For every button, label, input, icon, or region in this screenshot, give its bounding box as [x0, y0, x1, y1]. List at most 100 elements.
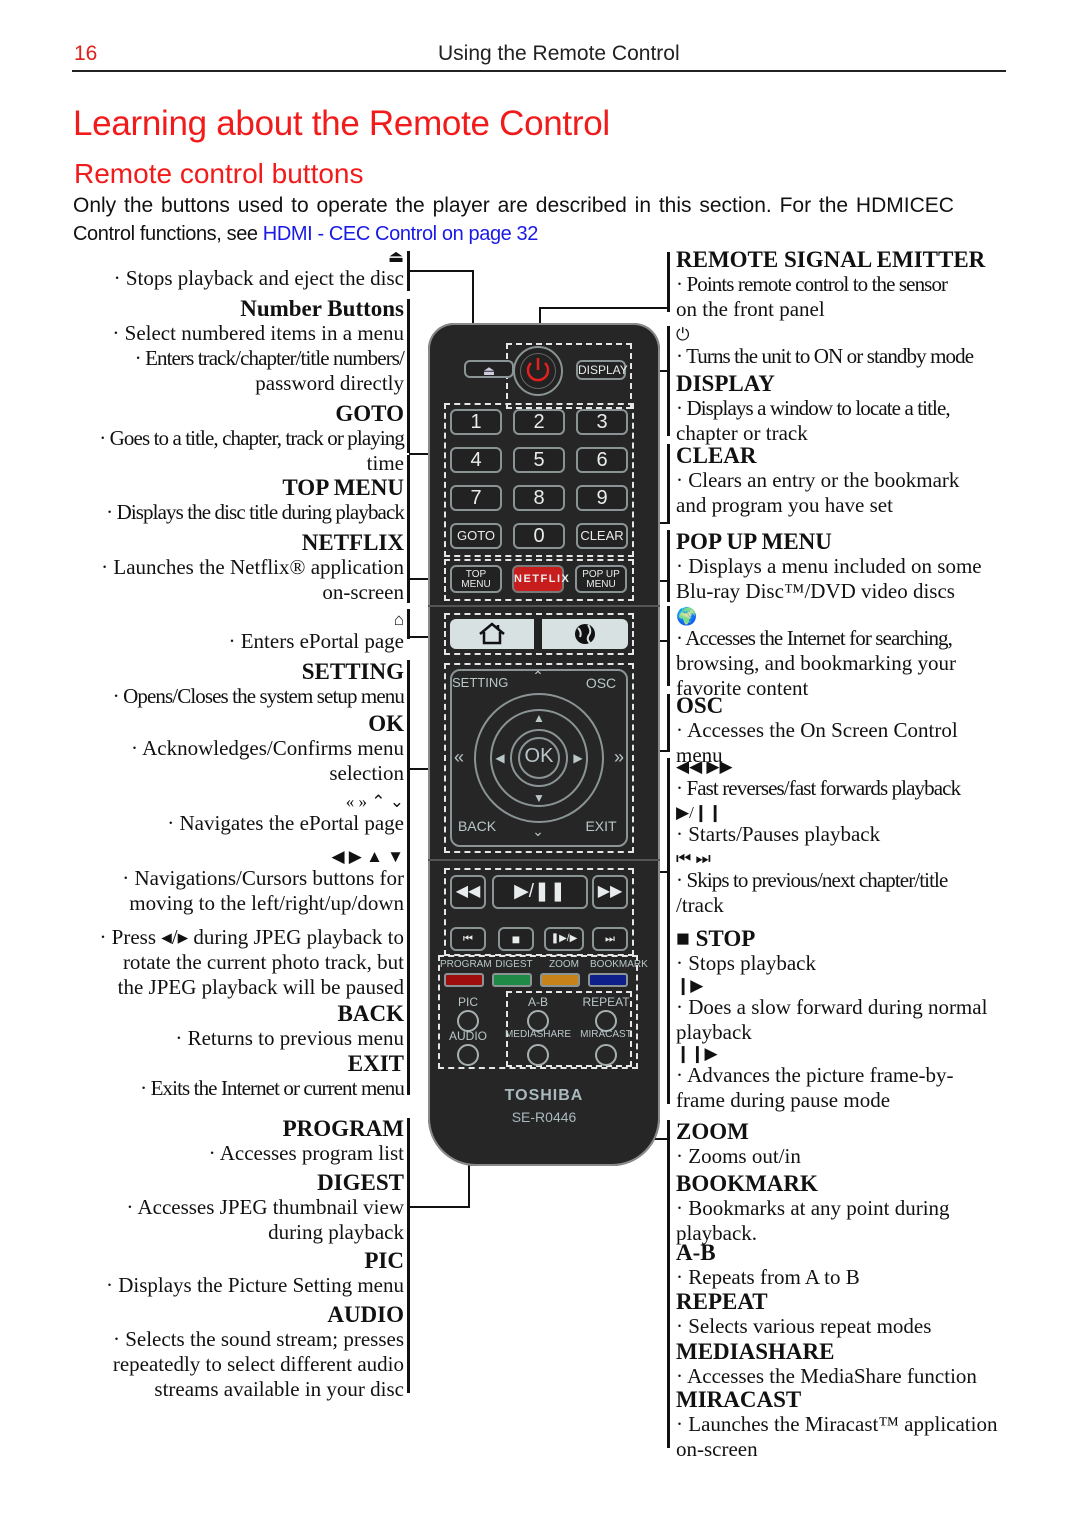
play-pause-icon: ▶/❚❚ — [514, 881, 566, 902]
right-item: MEDIASHARE · Accesses the MediaShare func… — [676, 1340, 977, 1389]
number-3-button[interactable]: 3 — [576, 409, 628, 435]
callout-line — [407, 1118, 410, 1393]
number-8-button[interactable]: 8 — [513, 485, 565, 511]
skip-previous-button[interactable]: ⏮ — [450, 927, 486, 951]
hdmi-cec-link[interactable]: HDMI ‐ CEC Control — [263, 223, 437, 245]
intro-text: Control functions, see — [73, 223, 263, 245]
skip-icons: ⏮ ⏭ — [676, 849, 711, 868]
right-item: 🌍 · Accesses the Internet for searching, b… — [676, 608, 956, 701]
description-heading: EXIT — [347, 1051, 404, 1076]
color-key-label: ZOOM — [549, 959, 579, 970]
home-icon — [479, 622, 505, 645]
callout-line — [667, 444, 670, 524]
description-text: · Selects the sound stream; presses — [112, 1327, 404, 1351]
skip-next-button[interactable]: ⏭ — [592, 927, 628, 951]
description-text: · Launches the Miracast™ application — [676, 1412, 998, 1436]
cursor-arrows-icons: ◀ ▶ ▲ ▼ — [331, 847, 404, 866]
description-text: frame during pause mode — [676, 1088, 891, 1112]
eject-button[interactable]: ⏏ — [464, 360, 514, 378]
digest-button[interactable] — [492, 973, 532, 987]
audio-button[interactable] — [457, 1044, 479, 1066]
clear-button[interactable]: CLEAR — [576, 523, 628, 549]
top-menu-button[interactable]: TOP MENU — [450, 565, 502, 593]
down-arrow-button[interactable]: ▼ — [522, 791, 556, 805]
divider — [428, 605, 660, 607]
description-text: · Advances the picture frame-by- — [676, 1063, 954, 1087]
number-1-button[interactable]: 1 — [450, 409, 502, 435]
callout-line — [667, 252, 670, 312]
description-heading: GOTO — [335, 401, 404, 426]
callout-line — [409, 270, 473, 272]
remote-control: ⏏ DISPLAY 1 2 3 4 5 6 7 8 9 GOTO 0 CLEAR TOP MENU N… — [428, 323, 660, 1166]
eportal-up-button[interactable]: ⌃ — [528, 668, 548, 685]
rewind-button[interactable]: ◀◀ — [450, 875, 486, 909]
left-arrow-button[interactable]: ◀ — [490, 751, 510, 765]
description-heading: ZOOM — [676, 1119, 749, 1144]
popup-menu-button[interactable]: POP UP MENU — [575, 565, 627, 593]
round-button-label: MIRACAST — [580, 1029, 632, 1040]
netflix-button[interactable]: NETFLIX — [512, 565, 569, 593]
number-0-button[interactable]: 0 — [513, 523, 565, 549]
description-heading: ■ STOP — [676, 926, 756, 951]
exit-button[interactable]: EXIT — [578, 818, 624, 834]
number-4-button[interactable]: 4 — [450, 447, 502, 473]
page-reference-link[interactable]: on page 32 — [437, 223, 539, 245]
right-item: ZOOM · Zooms out/in — [676, 1120, 801, 1169]
number-6-button[interactable]: 6 — [576, 447, 628, 473]
play-pause-button[interactable]: ▶/❚❚ — [492, 875, 588, 909]
callout-line — [667, 530, 670, 602]
description-text: · Displays the Picture Setting menu — [105, 1273, 404, 1297]
display-button[interactable]: DISPLAY — [576, 360, 628, 380]
popup-menu-label-2: MENU — [586, 579, 616, 590]
number-9-button[interactable]: 9 — [576, 485, 628, 511]
stop-button[interactable]: ■ — [498, 927, 534, 951]
mediashare-button[interactable] — [527, 1044, 549, 1066]
description-heading: SETTING — [301, 659, 404, 684]
description-text: Blu-ray Disc™/DVD video discs — [676, 579, 955, 603]
description-text: · Stops playback — [676, 951, 816, 975]
bookmark-button[interactable] — [588, 973, 628, 987]
back-button[interactable]: BACK — [454, 818, 500, 834]
description-heading: DIGEST — [317, 1170, 404, 1195]
right-item: ❙▶ · Does a slow forward during normal pla… — [676, 977, 987, 1045]
number-7-button[interactable]: 7 — [450, 485, 502, 511]
right-arrow-button[interactable]: ▶ — [568, 751, 588, 765]
eportal-down-button[interactable]: ⌄ — [528, 823, 548, 840]
zoom-button[interactable] — [540, 973, 580, 987]
home-icon: ⌂ — [393, 610, 404, 629]
left-item: BACK · Returns to previous menu — [175, 1002, 404, 1051]
home-button[interactable] — [450, 619, 534, 649]
eportal-right-button[interactable]: » — [610, 747, 628, 768]
setting-button[interactable]: SETTING — [452, 675, 508, 690]
fast-forward-button[interactable]: ▶▶ — [592, 875, 628, 909]
globe-icon: 🌍 — [676, 607, 698, 626]
description-text: repeatedly to select different audio — [112, 1352, 404, 1376]
right-item: ❙❙▶ · Advances the picture frame-by-frame… — [676, 1045, 954, 1113]
ok-button[interactable]: OK — [518, 745, 560, 768]
program-button[interactable] — [444, 973, 484, 987]
internet-button[interactable] — [542, 619, 628, 649]
slow-frame-button[interactable]: ❚▶/▶ — [544, 927, 584, 951]
description-text: password directly — [255, 371, 404, 395]
eportal-left-button[interactable]: « — [450, 747, 468, 768]
description-heading: TOP MENU — [282, 475, 404, 500]
power-button[interactable] — [513, 346, 563, 396]
description-text: · Accesses the Internet for searching, — [676, 626, 953, 650]
description-text: · Clears an entry or the bookmark — [676, 468, 960, 492]
page-title: Learning about the Remote Control — [73, 104, 610, 143]
right-item: REMOTE SIGNAL EMITTER · Points remote con… — [676, 248, 985, 322]
number-2-button[interactable]: 2 — [513, 409, 565, 435]
up-arrow-button[interactable]: ▲ — [522, 711, 556, 725]
description-text: · Navigates the ePortal page — [167, 811, 404, 835]
goto-button[interactable]: GOTO — [450, 523, 502, 549]
number-5-button[interactable]: 5 — [513, 447, 565, 473]
miracast-button[interactable] — [595, 1044, 617, 1066]
description-text: on-screen — [676, 1437, 758, 1461]
description-text: · Skips to previous/next chapter/title — [676, 868, 948, 892]
callout-line — [407, 455, 410, 603]
right-item: MIRACAST · Launches the Miracast™ applica… — [676, 1388, 997, 1462]
round-button-label: MEDIASHARE — [504, 1029, 572, 1040]
rewind-fastforward-icons: ◀◀ ▶▶ — [676, 757, 733, 776]
description-text: on-screen — [322, 580, 404, 604]
osc-button[interactable]: OSC — [578, 675, 624, 691]
